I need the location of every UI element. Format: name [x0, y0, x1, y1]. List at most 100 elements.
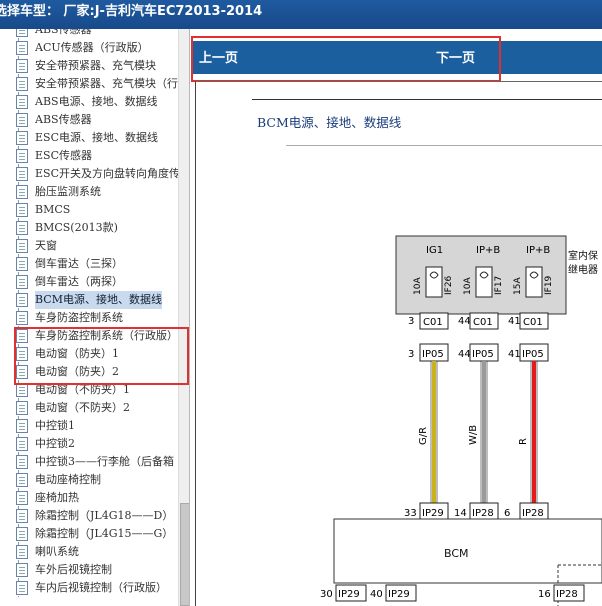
tree-item[interactable]: 除霜控制（JL4G18——D） — [0, 507, 178, 525]
tree-item[interactable]: 安全带预紧器、充气模块（行 — [0, 75, 178, 93]
tree-item[interactable]: ABS传感器 — [0, 29, 178, 39]
tree-item[interactable]: ABS电源、接地、数据线 — [0, 93, 178, 111]
tree-item-label: BCM电源、接地、数据线 — [35, 291, 162, 309]
wire-label: W/B — [468, 425, 479, 445]
document-icon — [16, 221, 28, 235]
tree-item[interactable]: 天窗 — [0, 237, 178, 255]
document-icon — [16, 455, 28, 469]
bcm-label: BCM — [444, 547, 469, 560]
tree-item[interactable]: BCM电源、接地、数据线 — [0, 291, 178, 309]
fuse-id: IF26 — [444, 275, 454, 295]
tree-item-label: ESC电源、接地、数据线 — [35, 131, 158, 144]
pin-number: 44 — [458, 349, 471, 360]
document-icon — [16, 563, 28, 577]
tree-item[interactable]: 车外后视镜控制 — [0, 561, 178, 579]
connector-label: C01 — [423, 317, 443, 328]
tree-item[interactable]: ACU传感器（行政版） — [0, 39, 178, 57]
tree-item[interactable]: 车内后视镜控制（行政版） — [0, 579, 178, 597]
tree-item[interactable]: 倒车雷达（两探） — [0, 273, 178, 291]
tree-item[interactable]: 车身防盗控制系统 — [0, 309, 178, 327]
pin-number: 16 — [538, 589, 551, 600]
document-icon — [16, 509, 28, 523]
bottom-connector: 30 IP29 — [320, 584, 367, 602]
tree-item[interactable]: ESC传感器 — [0, 147, 178, 165]
tree-item[interactable]: 中控锁2 — [0, 435, 178, 453]
tree-item-label: ESC开关及方向盘转向角度传 — [35, 167, 180, 180]
wiring-diagram: 室内保 继电器 IG1 10A IF26 3 C01 3 IP05 G/R 33 IP29 IP+B… — [286, 145, 602, 606]
connector-label: IP28 — [522, 508, 544, 519]
scrollbar-thumb[interactable] — [180, 503, 189, 606]
pin-number: 6 — [504, 508, 510, 519]
tree-item-label: 安全带预紧器、充气模块 — [35, 59, 156, 72]
document-icon — [16, 311, 28, 325]
tree-item-label: 座椅加热 — [35, 491, 79, 504]
highlight-box-sidebar — [14, 327, 189, 385]
pin-number: 40 — [370, 589, 383, 600]
tree-item[interactable]: ABS传感器 — [0, 111, 178, 129]
fuse-name: IG1 — [426, 245, 443, 256]
tree-item-label: 车内后视镜控制（行政版） — [35, 581, 167, 594]
document-icon — [16, 383, 28, 397]
document-icon — [16, 167, 28, 181]
connector-label: IP05 — [472, 349, 494, 360]
tree-item[interactable]: 中控锁3——行李舱（后备箱 — [0, 453, 178, 471]
tree-item-label: ESC传感器 — [35, 149, 92, 162]
tree-item[interactable]: ESC开关及方向盘转向角度传 — [0, 165, 180, 183]
tree-item-label: 倒车雷达（两探） — [35, 275, 123, 288]
document-icon — [16, 59, 28, 73]
document-icon — [16, 185, 28, 199]
document-icon — [16, 149, 28, 163]
tree-item[interactable]: BMCS(2013款) — [0, 219, 178, 237]
document-icon — [16, 275, 28, 289]
sidebar-scrollbar[interactable] — [178, 29, 189, 606]
document-icon — [16, 437, 28, 451]
tree-item-label: 中控锁1 — [35, 419, 75, 432]
pin-number: 41 — [508, 316, 521, 327]
tree-item-label: 中控锁3——行李舱（后备箱 — [35, 455, 174, 468]
tree-item-label: 中控锁2 — [35, 437, 75, 450]
tree-item-label: 倒车雷达（三探） — [35, 257, 123, 270]
tree-item[interactable]: 座椅加热 — [0, 489, 178, 507]
tree-item[interactable]: 除霜控制（JL4G15——G） — [0, 525, 178, 543]
tree-item-label: ABS传感器 — [35, 113, 92, 126]
tree-item[interactable]: 胎压监测系统 — [0, 183, 178, 201]
sidebar-tree-panel[interactable]: ABS传感器 ACU传感器（行政版） 安全带预紧器、充气模块安全带预紧器、充气模块（… — [0, 29, 190, 606]
tree-item-label: 喇叭系统 — [35, 545, 79, 558]
tree-item-label: 电动座椅控制 — [35, 473, 101, 486]
tree-item-label: ACU传感器（行政版） — [35, 41, 149, 54]
tree-item-label: ABS电源、接地、数据线 — [35, 95, 158, 108]
document-icon — [16, 203, 28, 217]
pin-number: 30 — [320, 589, 333, 600]
tree-item[interactable]: ESC电源、接地、数据线 — [0, 129, 178, 147]
tree-item-label: 电动窗（不防夹）2 — [35, 401, 130, 414]
tree-item-label: BMCS — [35, 203, 71, 216]
fuse-id: IF19 — [544, 275, 554, 295]
tree-item[interactable]: 电动座椅控制 — [0, 471, 178, 489]
tree-item[interactable]: 喇叭系统 — [0, 543, 178, 561]
pin-number: 14 — [454, 508, 467, 519]
document-icon — [16, 131, 28, 145]
document-icon — [16, 95, 28, 109]
tree-item-label: BMCS(2013款) — [35, 221, 118, 234]
connector-label: IP29 — [338, 589, 360, 600]
wire-label: R — [518, 438, 529, 445]
connector-label: IP29 — [388, 589, 410, 600]
pin-number: 41 — [508, 349, 521, 360]
tree-item[interactable]: 倒车雷达（三探） — [0, 255, 178, 273]
fuse-id: IF17 — [494, 276, 504, 295]
document-rule — [252, 99, 602, 100]
tree-item[interactable]: 中控锁1 — [0, 417, 178, 435]
fuse-name: IP+B — [526, 245, 550, 256]
tree-item-label: 车外后视镜控制 — [35, 563, 112, 576]
document-icon — [16, 581, 28, 595]
document-title: BCM电源、接地、数据线 — [257, 115, 402, 130]
window-title: 选择车型： 厂家:J-吉利汽车EC72013-2014 — [0, 4, 263, 19]
connector-label: C01 — [523, 317, 543, 328]
relay-box-label-2: 继电器 — [568, 263, 598, 276]
tree-item-label: 天窗 — [35, 239, 57, 252]
tree-item[interactable]: 电动窗（不防夹）2 — [0, 399, 178, 417]
fuse-amp: 15A — [513, 277, 523, 295]
tree-item[interactable]: 安全带预紧器、充气模块 — [0, 57, 178, 75]
tree-item[interactable]: BMCS — [0, 201, 178, 219]
wire-label: G/R — [418, 427, 429, 445]
